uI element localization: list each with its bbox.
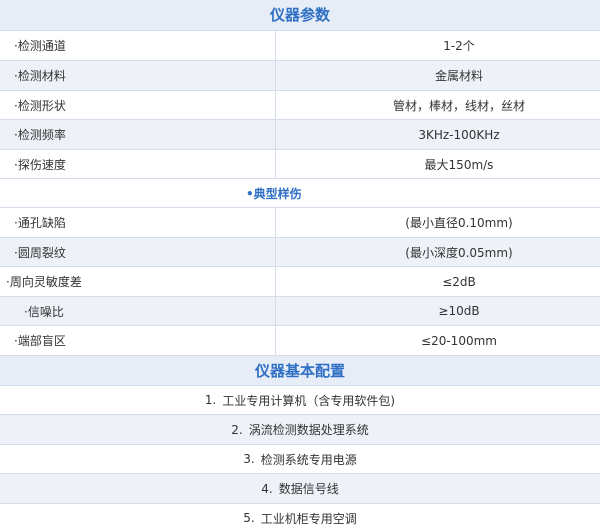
table-row: ·检测形状 管材，棒材，线材，丝材 [0,91,600,120]
list-item: 2. 涡流检测数据处理系统 [0,415,600,445]
row-key: ·周向灵敏度差 [0,267,276,296]
item-number: 5. [243,511,255,525]
section-title: 仪器参数 [269,6,330,24]
row-key: ·圆周裂纹 [0,238,276,266]
table-row: ·检测频率 3KHz-100KHz [0,120,600,150]
row-value: ≥10dB [438,304,480,318]
table-row: ·检测材料 金属材料 [0,61,600,91]
section-header-basic-config: 仪器基本配置 [0,356,600,386]
item-text: 数据信号线 [278,482,339,496]
row-key: ·检测材料 [0,61,276,90]
list-item: 5. 工业机柜专用空调 [0,504,600,532]
row-value: 金属材料 [434,69,483,83]
item-text: 涡流检测数据处理系统 [248,423,369,437]
list-item: 3. 检测系统专用电源 [0,445,600,474]
row-value: 3KHz-100KHz [418,127,500,142]
section-header-instrument-params: 仪器参数 [0,0,600,31]
table-row: ·通孔缺陷 (最小直径0.10mm) [0,208,600,238]
item-text: 工业机柜专用空调 [260,511,357,526]
spec-table: 仪器参数 ·检测通道 1-2个 ·检测材料 金属材料 ·检测形状 管材，棒材，线… [0,0,600,532]
row-value: 管材，棒材，线材，丝材 [392,98,525,113]
table-row: ·周向灵敏度差 ≤2dB [0,267,600,297]
table-row: ·圆周裂纹 (最小深度0.05mm) [0,238,600,267]
section-title: •典型样伤 [246,186,302,201]
table-row: ·探伤速度 最大150m/s [0,150,600,179]
row-value: 最大150m/s [424,157,494,172]
row-key: ·检测形状 [0,91,276,119]
row-key: ·探伤速度 [0,150,276,178]
item-text: 检测系统专用电源 [260,452,357,467]
section-header-typical-defects: •典型样伤 [0,179,600,208]
row-value: (最小直径0.10mm) [405,216,513,230]
row-key: ·检测频率 [0,120,276,149]
item-number: 2. [231,422,243,437]
item-number: 3. [243,452,255,466]
row-value: ≤20-100mm [421,333,497,348]
list-item: 1. 工业专用计算机（含专用软件包) [0,386,600,415]
item-number: 1. [204,393,217,407]
table-row: ·信噪比 ≥10dB [0,297,600,326]
row-value: (最小深度0.05mm) [405,245,513,260]
item-number: 4. [261,481,273,496]
row-key: ·检测通道 [0,31,276,60]
item-text: 工业专用计算机（含专用软件包) [222,393,396,408]
row-key: ·通孔缺陷 [0,208,276,237]
row-value: 1-2个 [443,39,475,53]
table-row: ·检测通道 1-2个 [0,31,600,61]
list-item: 4. 数据信号线 [0,474,600,504]
row-key: ·端部盲区 [0,326,276,355]
table-row: ·端部盲区 ≤20-100mm [0,326,600,356]
section-title: 仪器基本配置 [254,362,345,380]
row-value: ≤2dB [442,274,476,289]
row-key: ·信噪比 [0,297,276,325]
